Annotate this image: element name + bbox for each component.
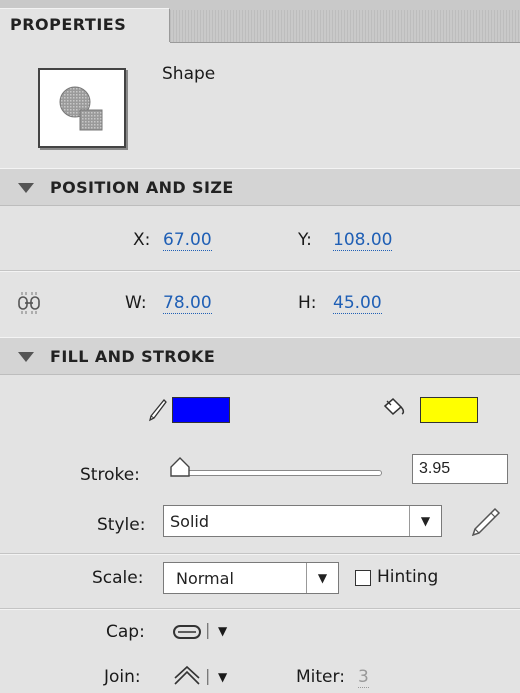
chevron-down-icon: ▼	[409, 506, 441, 536]
fill-color-swatch[interactable]	[420, 397, 478, 423]
scale-dropdown[interactable]: Normal ▼	[163, 562, 339, 594]
y-label: Y:	[298, 230, 312, 250]
stroke-color-swatch[interactable]	[172, 397, 230, 423]
fill-stroke-header[interactable]: FILL AND STROKE	[0, 337, 520, 375]
separator: |	[205, 620, 211, 639]
scale-dropdown-value: Normal	[176, 569, 234, 588]
tab-label: PROPERTIES	[10, 15, 127, 34]
join-selector[interactable]: | ▼	[172, 664, 244, 690]
x-value[interactable]: 67.00	[163, 230, 212, 251]
object-thumbnail	[38, 68, 126, 148]
stroke-slider-handle[interactable]	[168, 455, 192, 479]
h-value[interactable]: 45.00	[333, 293, 382, 314]
chevron-down-icon: ▼	[218, 670, 228, 684]
x-label: X:	[133, 230, 151, 250]
w-label: W:	[125, 293, 147, 313]
cap-selector[interactable]: | ▼	[172, 620, 244, 644]
divider	[0, 271, 520, 272]
section-title: POSITION AND SIZE	[50, 178, 234, 197]
tab-bar-background	[170, 10, 520, 43]
h-label: H:	[298, 293, 317, 313]
hinting-checkbox[interactable]	[355, 570, 371, 586]
pencil-edit-icon[interactable]	[470, 506, 502, 536]
pencil-icon	[149, 399, 167, 422]
chevron-down-icon: ▼	[306, 563, 338, 593]
style-label: Style:	[97, 515, 146, 535]
collapse-triangle-icon	[18, 183, 34, 193]
round-cap-icon	[173, 625, 201, 639]
cap-label: Cap:	[106, 622, 145, 642]
collapse-triangle-icon	[18, 352, 34, 362]
separator: |	[205, 666, 211, 685]
round-join-icon	[174, 665, 200, 685]
stroke-label: Stroke:	[80, 465, 140, 485]
divider	[0, 554, 520, 555]
join-label: Join:	[104, 667, 141, 687]
divider	[0, 609, 520, 610]
link-icon[interactable]	[16, 290, 42, 316]
miter-value[interactable]: 3	[358, 667, 369, 688]
position-size-header[interactable]: POSITION AND SIZE	[0, 168, 520, 206]
scale-label: Scale:	[92, 568, 144, 588]
object-type-label: Shape	[162, 64, 216, 84]
y-value[interactable]: 108.00	[333, 230, 393, 251]
chevron-down-icon: ▼	[218, 624, 228, 638]
paint-bucket-icon	[383, 397, 405, 416]
miter-label: Miter:	[296, 667, 345, 687]
shape-icon	[59, 86, 103, 131]
w-value[interactable]: 78.00	[163, 293, 212, 314]
stroke-width-input[interactable]	[412, 454, 508, 484]
hinting-label: Hinting	[377, 567, 439, 587]
style-dropdown-value: Solid	[170, 512, 209, 531]
section-title: FILL AND STROKE	[50, 347, 216, 366]
tab-properties[interactable]: PROPERTIES	[0, 8, 170, 42]
style-dropdown[interactable]: Solid ▼	[163, 505, 442, 537]
stroke-slider-track[interactable]	[174, 470, 382, 476]
